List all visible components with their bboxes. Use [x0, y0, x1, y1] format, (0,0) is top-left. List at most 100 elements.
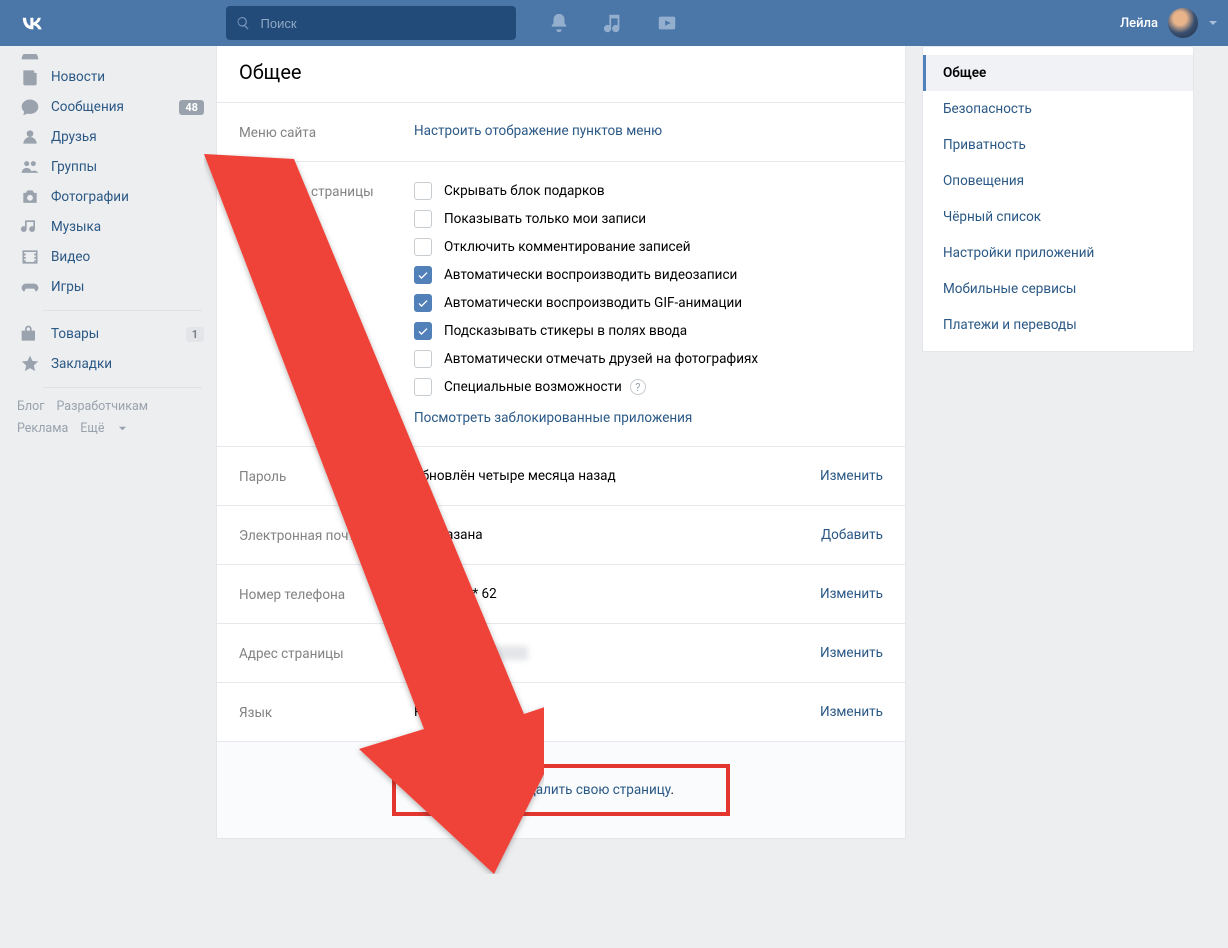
- help-icon[interactable]: ?: [630, 379, 646, 395]
- sidebar-item-market[interactable]: Товары1: [13, 319, 210, 349]
- checkbox[interactable]: [414, 378, 432, 396]
- settings-nav-item[interactable]: Чёрный список: [923, 199, 1193, 235]
- chevron-down-icon: [118, 424, 127, 433]
- checkbox-label: Автоматически отмечать друзей на фотогра…: [444, 351, 758, 367]
- sidebar-item-label: Игры: [51, 279, 204, 295]
- checkbox-label: Отключить комментирование записей: [444, 239, 691, 255]
- left-sidebar: Новости Сообщения48 Друзья Группы Фотогр…: [0, 46, 210, 839]
- camera-icon: [20, 187, 40, 207]
- checkbox[interactable]: [414, 182, 432, 200]
- bag-icon: [20, 324, 40, 344]
- music-icon[interactable]: [602, 12, 624, 34]
- checkbox-row[interactable]: Автоматически воспроизводить видеозаписи: [414, 266, 883, 284]
- settings-nav-item[interactable]: Платежи и переводы: [923, 307, 1193, 343]
- search-input[interactable]: [261, 16, 506, 31]
- sidebar-item-groups[interactable]: Группы: [13, 152, 210, 182]
- address-change-link[interactable]: Изменить: [820, 645, 883, 661]
- checkbox[interactable]: [414, 294, 432, 312]
- checkbox[interactable]: [414, 238, 432, 256]
- gamepad-icon: [20, 277, 40, 297]
- settings-nav-item[interactable]: Оповещения: [923, 163, 1193, 199]
- phone-change-link[interactable]: Изменить: [820, 586, 883, 602]
- settings-nav-item[interactable]: Безопасность: [923, 91, 1193, 127]
- checkbox-row[interactable]: Специальные возможности?: [414, 378, 883, 396]
- sidebar-item-photos[interactable]: Фотографии: [13, 182, 210, 212]
- email-value: не указана: [414, 527, 809, 543]
- checkbox-label: Автоматически воспроизводить GIF-анимаци…: [444, 295, 742, 311]
- sidebar-item-label: Товары: [51, 326, 186, 342]
- badge-count: 1: [186, 327, 204, 342]
- password-value: обновлён четыре месяца назад: [414, 468, 808, 484]
- person-icon: [20, 127, 40, 147]
- language-change-link[interactable]: Изменить: [820, 704, 883, 720]
- language-value: Русск.: [414, 704, 808, 720]
- page-title: Общее: [217, 46, 905, 102]
- chevron-down-icon: [1208, 18, 1218, 28]
- link-more[interactable]: Ещё: [80, 421, 127, 436]
- settings-nav-item[interactable]: Приватность: [923, 127, 1193, 163]
- row-label: Настройки страницы: [239, 182, 414, 200]
- sidebar-item-label: Закладки: [51, 356, 204, 372]
- search-icon: [236, 15, 251, 31]
- sidebar-item-label: Группы: [51, 159, 204, 175]
- row-label: Адрес страницы: [239, 644, 414, 662]
- sidebar-item-news[interactable]: Новости: [13, 62, 210, 92]
- sidebar-item-bookmarks[interactable]: Закладки: [13, 349, 210, 379]
- checkbox-row[interactable]: Показывать только мои записи: [414, 210, 883, 228]
- checkbox-row[interactable]: Скрывать блок подарков: [414, 182, 883, 200]
- link-devs[interactable]: Разработчикам: [56, 399, 148, 414]
- vk-logo-icon[interactable]: [18, 9, 46, 37]
- newspaper-icon: [20, 67, 40, 87]
- film-icon: [20, 247, 40, 267]
- checkbox-label: Скрывать блок подарков: [444, 183, 605, 199]
- checkbox-label: Подсказывать стикеры в полях ввода: [444, 323, 687, 339]
- redacted-text: [448, 646, 528, 660]
- delete-account-section: Вы можете удалить свою страницу.: [217, 741, 905, 838]
- bell-icon[interactable]: [548, 12, 570, 34]
- checkbox-row[interactable]: Подсказывать стикеры в полях ввода: [414, 322, 883, 340]
- link-blog[interactable]: Блог: [17, 399, 44, 414]
- settings-nav-item[interactable]: Мобильные сервисы: [923, 271, 1193, 307]
- configure-menu-link[interactable]: Настроить отображение пунктов меню: [414, 123, 662, 139]
- blocked-apps-link[interactable]: Посмотреть заблокированные приложения: [414, 410, 692, 426]
- sidebar-item-video[interactable]: Видео: [13, 242, 210, 272]
- phone-value: 7 *** *** ** 62: [414, 586, 808, 602]
- settings-nav: ОбщееБезопасностьПриватностьОповещенияЧё…: [922, 46, 1194, 352]
- checkbox-row[interactable]: Автоматически отмечать друзей на фотогра…: [414, 350, 883, 368]
- user-menu[interactable]: Лейла: [1120, 8, 1218, 38]
- note-icon: [20, 217, 40, 237]
- divider: [43, 310, 202, 311]
- sidebar-item-label: Друзья: [51, 129, 204, 145]
- delete-page-link[interactable]: удалить свою страницу: [522, 782, 671, 798]
- badge-count: 48: [179, 100, 204, 115]
- address-value: .com: [414, 645, 808, 661]
- sidebar-item-games[interactable]: Игры: [13, 272, 210, 302]
- people-icon: [20, 157, 40, 177]
- checkbox[interactable]: [414, 266, 432, 284]
- top-header: Лейла: [0, 0, 1228, 46]
- password-change-link[interactable]: Изменить: [820, 468, 883, 484]
- star-icon: [20, 354, 40, 374]
- checkbox-row[interactable]: Автоматически воспроизводить GIF-анимаци…: [414, 294, 883, 312]
- sidebar-item-label: Фотографии: [51, 189, 204, 205]
- sidebar-item-friends[interactable]: Друзья: [13, 122, 210, 152]
- search-box[interactable]: [226, 6, 516, 40]
- checkbox[interactable]: [414, 322, 432, 340]
- checkbox[interactable]: [414, 350, 432, 368]
- chat-icon: [20, 97, 40, 117]
- row-label: Меню сайта: [239, 123, 414, 141]
- sidebar-item-music[interactable]: Музыка: [13, 212, 210, 242]
- settings-nav-item[interactable]: Общее: [923, 55, 1193, 91]
- sidebar-item-label: Музыка: [51, 219, 204, 235]
- checkbox-row[interactable]: Отключить комментирование записей: [414, 238, 883, 256]
- sidebar-item-messages[interactable]: Сообщения48: [13, 92, 210, 122]
- checkbox[interactable]: [414, 210, 432, 228]
- video-play-icon[interactable]: [656, 12, 678, 34]
- row-label: Пароль: [239, 467, 414, 485]
- link-ads[interactable]: Реклама: [17, 421, 68, 436]
- footer-links: Блог Разработчикам Реклама Ещё: [17, 396, 210, 440]
- row-label: Номер телефона: [239, 585, 414, 603]
- email-add-link[interactable]: Добавить: [821, 527, 883, 543]
- sidebar-item-my-page[interactable]: [13, 54, 210, 62]
- settings-nav-item[interactable]: Настройки приложений: [923, 235, 1193, 271]
